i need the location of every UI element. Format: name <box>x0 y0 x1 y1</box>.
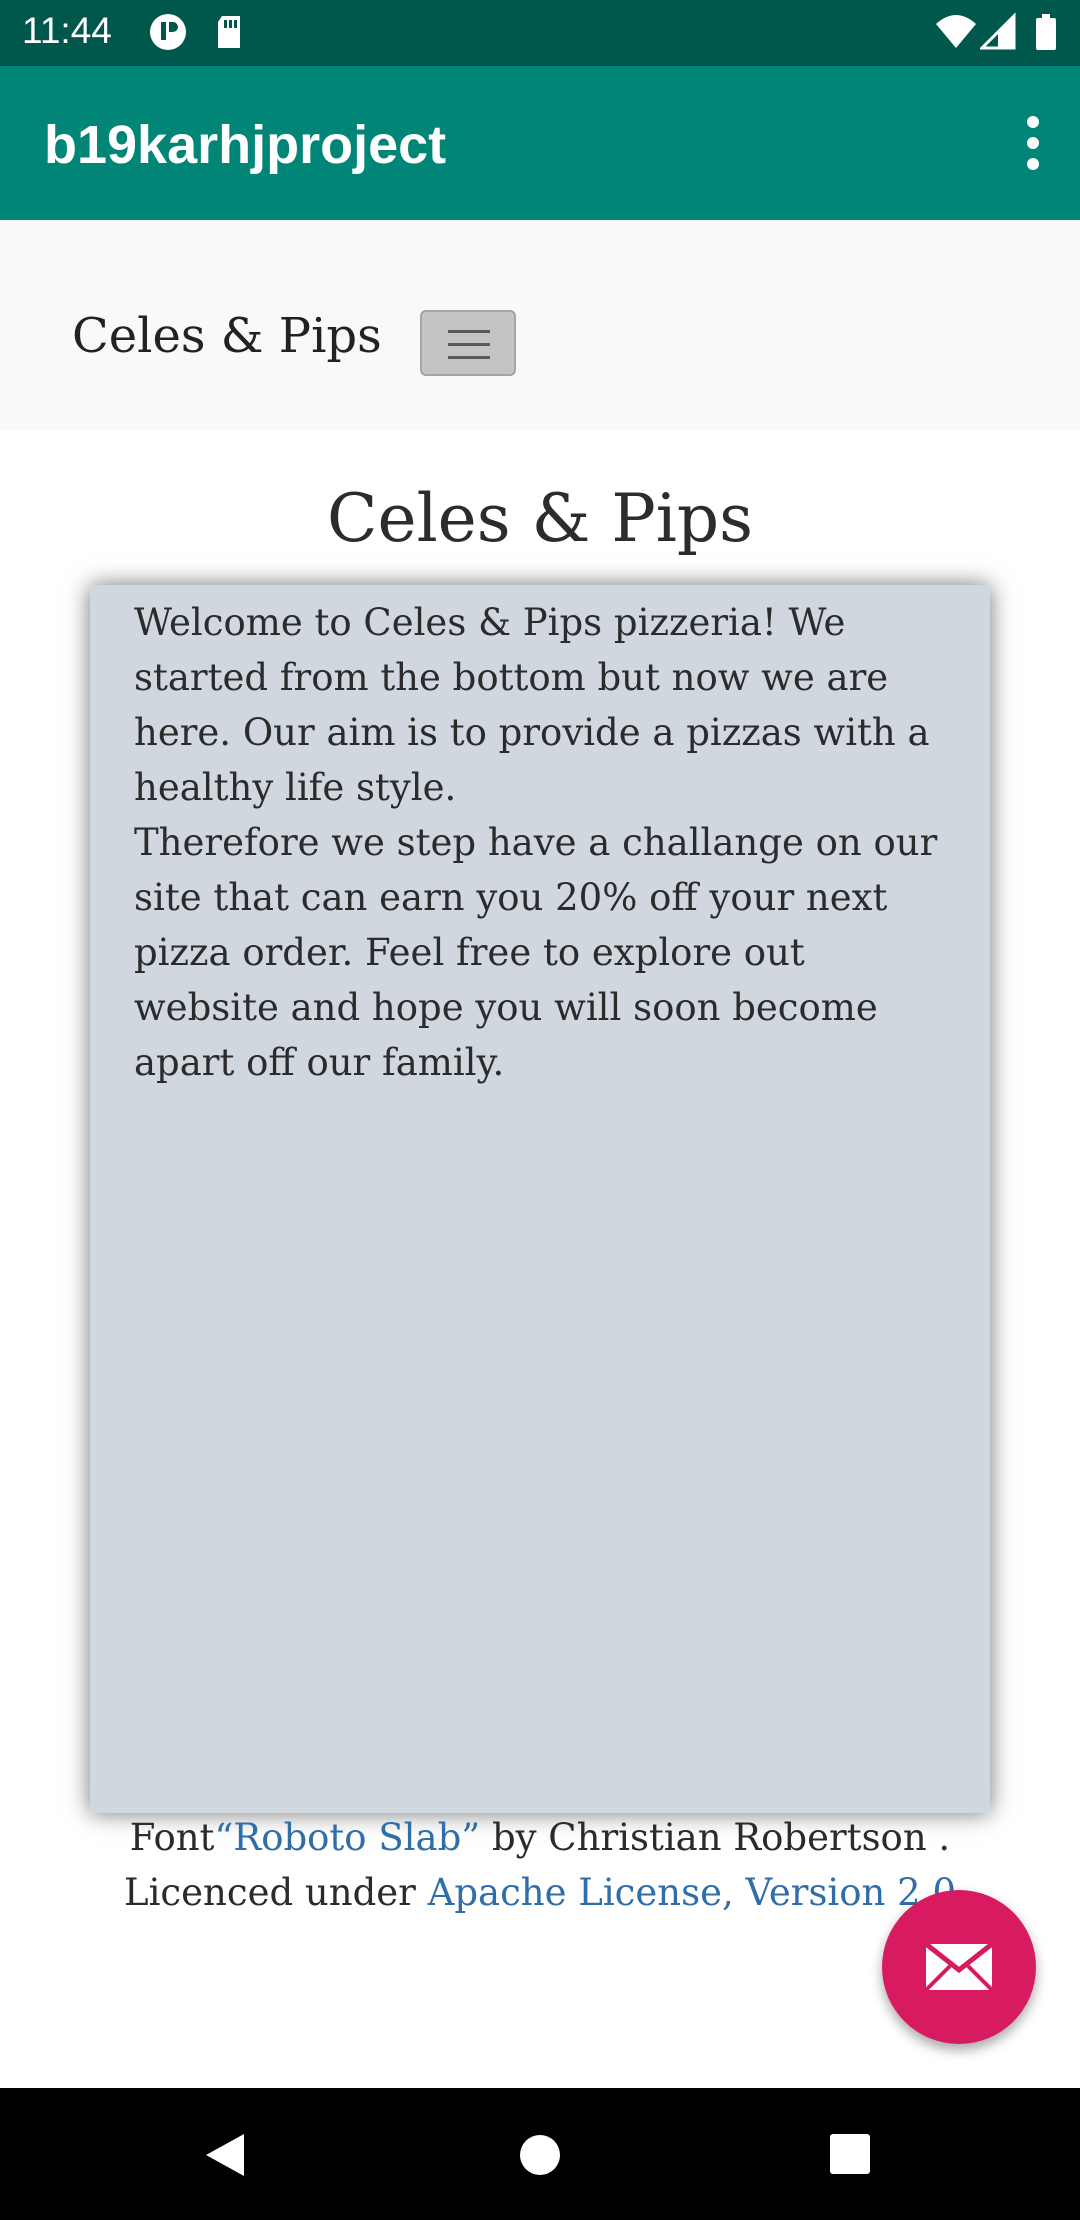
signal-icon <box>978 12 1018 57</box>
battery-icon <box>1034 12 1058 57</box>
status-bar: 11:44 <box>0 0 1080 66</box>
wifi-icon <box>934 12 978 57</box>
mail-fab-button[interactable] <box>882 1890 1036 2044</box>
app-notification-icon <box>148 12 188 57</box>
sd-card-icon <box>214 12 244 57</box>
welcome-paragraph: Welcome to Celes & Pips pizzeria! We sta… <box>134 601 930 809</box>
font-credit: Font“Roboto Slab” by Christian Robertson… <box>129 1816 951 1859</box>
navbar-toggler-button[interactable] <box>420 310 516 376</box>
challenge-paragraph: Therefore we step have a challange on ou… <box>134 821 938 1084</box>
recents-icon[interactable] <box>828 2132 872 2176</box>
more-vert-icon[interactable] <box>1008 108 1058 178</box>
page-heading: Celes & Pips <box>327 480 753 557</box>
app-bar: b19karhjproject <box>0 66 1080 220</box>
roboto-slab-link[interactable]: “Roboto Slab” <box>214 1816 480 1859</box>
system-nav-bar <box>0 2088 1080 2220</box>
navbar-brand[interactable]: Celes & Pips <box>72 308 382 364</box>
status-time: 11:44 <box>22 10 112 51</box>
home-icon[interactable] <box>517 2132 563 2178</box>
apache-license-link[interactable]: Apache License, Version 2.0 <box>428 1871 956 1914</box>
site-navbar: Celes & Pips <box>0 220 1080 430</box>
mail-icon <box>924 1942 994 1992</box>
back-icon[interactable] <box>200 2130 250 2180</box>
welcome-card: Welcome to Celes & Pips pizzeria! We sta… <box>90 585 990 1813</box>
app-title: b19karhjproject <box>44 115 447 175</box>
hamburger-menu-icon <box>448 330 490 333</box>
